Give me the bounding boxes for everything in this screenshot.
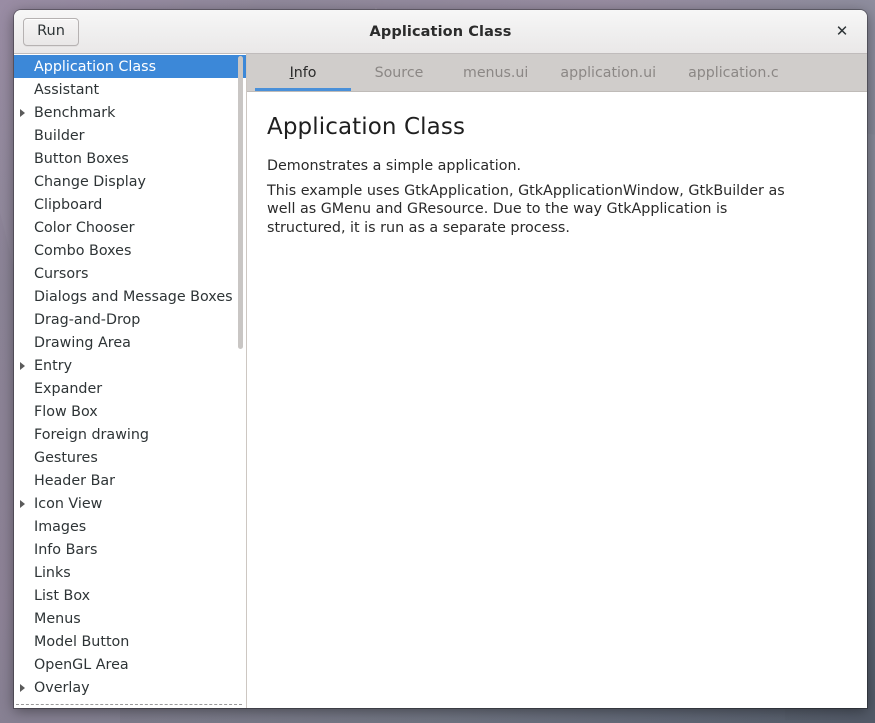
close-icon[interactable]: ✕ (829, 19, 855, 45)
tab-label: Source (375, 65, 424, 81)
demo-list-item[interactable]: Images (14, 515, 246, 538)
demo-list-item-label: Change Display (34, 174, 146, 190)
doc-paragraphs: Demonstrates a simple application. This e… (267, 157, 845, 237)
demo-list-item[interactable]: Gestures (14, 446, 246, 469)
demo-list-item[interactable]: Color Chooser (14, 216, 246, 239)
demo-list-item[interactable]: Links (14, 561, 246, 584)
window-title: Application Class (14, 24, 867, 40)
expander-triangle-icon[interactable] (20, 362, 25, 370)
tab-label: application.ui (560, 65, 656, 81)
tab-info[interactable]: Info (255, 54, 351, 91)
demo-list-item[interactable]: Flow Box (14, 400, 246, 423)
demo-list-item-label: Foreign drawing (34, 427, 149, 443)
demo-list-item-label: Assistant (34, 82, 99, 98)
demo-list-item[interactable]: Info Bars (14, 538, 246, 561)
demo-list-item-label: Flow Box (34, 404, 98, 420)
tab-menus-ui[interactable]: menus.ui (447, 54, 544, 91)
window-body: Application Class Assistant Benchmark Build… (14, 54, 867, 708)
demo-list-item-label: Menus (34, 611, 81, 627)
demo-list-item-label: Expander (34, 381, 102, 397)
window-headerbar: Run Application Class ✕ (14, 10, 867, 54)
run-button[interactable]: Run (23, 18, 79, 46)
demo-list-item-label: OpenGL Area (34, 657, 129, 673)
demo-list-item-label: Gestures (34, 450, 98, 466)
tab-application-c[interactable]: application.c (672, 54, 795, 91)
demo-list-sidebar: Application Class Assistant Benchmark Build… (14, 54, 247, 708)
demo-list-item-label: Clipboard (34, 197, 102, 213)
tab-label: application.c (688, 65, 779, 81)
demo-list-item-label: Model Button (34, 634, 129, 650)
doc-paragraph: This example uses GtkApplication, GtkApp… (267, 182, 807, 238)
expander-triangle-icon[interactable] (20, 684, 25, 692)
demo-list-item[interactable]: Cursors (14, 262, 246, 285)
demo-list: Application Class Assistant Benchmark Build… (14, 54, 246, 699)
desktop-background: Run Application Class ✕ Application Clas… (0, 0, 875, 723)
demo-list-item-label: Info Bars (34, 542, 98, 558)
demo-list-item-label: Benchmark (34, 105, 115, 121)
demo-list-item[interactable]: Application Class (14, 55, 246, 78)
demo-list-item[interactable]: Button Boxes (14, 147, 246, 170)
tab-label: menus.ui (463, 65, 528, 81)
demo-list-item[interactable]: OpenGL Area (14, 653, 246, 676)
demo-list-item[interactable]: Expander (14, 377, 246, 400)
content-pane: Info Source menus.ui application.ui applicat… (247, 54, 867, 708)
doc-paragraph: Demonstrates a simple application. (267, 157, 807, 176)
demo-list-item[interactable]: List Box (14, 584, 246, 607)
application-window: Run Application Class ✕ Application Clas… (14, 10, 867, 708)
expander-triangle-icon[interactable] (20, 109, 25, 117)
demo-list-item[interactable]: Combo Boxes (14, 239, 246, 262)
demo-list-item[interactable]: Builder (14, 124, 246, 147)
demo-list-item-label: Dialogs and Message Boxes (34, 289, 233, 305)
demo-list-item-label: Entry (34, 358, 72, 374)
demo-list-item-label: Drag-and-Drop (34, 312, 140, 328)
demo-list-item-label: Overlay (34, 680, 90, 696)
demo-list-item-label: Cursors (34, 266, 88, 282)
demo-list-item-label: Drawing Area (34, 335, 131, 351)
demo-list-item[interactable]: Menus (14, 607, 246, 630)
tab-label: Info (290, 65, 317, 81)
expander-triangle-icon[interactable] (20, 500, 25, 508)
demo-list-item[interactable]: Icon View (14, 492, 246, 515)
demo-list-item-label: Combo Boxes (34, 243, 131, 259)
demo-list-item[interactable]: Drag-and-Drop (14, 308, 246, 331)
demo-list-item-label: Builder (34, 128, 85, 144)
demo-list-item[interactable]: Assistant (14, 78, 246, 101)
tab-source[interactable]: Source (351, 54, 447, 91)
demo-list-item-label: Links (34, 565, 71, 581)
demo-list-item[interactable]: Overlay (14, 676, 246, 699)
tab-bar: Info Source menus.ui application.ui applicat… (247, 54, 867, 92)
demo-list-item-label: Icon View (34, 496, 102, 512)
demo-list-item-label: Header Bar (34, 473, 115, 489)
demo-list-item[interactable]: Benchmark (14, 101, 246, 124)
demo-list-item[interactable]: Model Button (14, 630, 246, 653)
demo-list-item[interactable]: Header Bar (14, 469, 246, 492)
sidebar-scrollbar[interactable] (238, 56, 243, 349)
demo-list-item[interactable]: Dialogs and Message Boxes (14, 285, 246, 308)
demo-list-item-label: Images (34, 519, 86, 535)
demo-list-item[interactable]: Entry (14, 354, 246, 377)
demo-list-item-label: Application Class (34, 59, 156, 75)
tab-application-ui[interactable]: application.ui (544, 54, 672, 91)
page-title: Application Class (267, 114, 845, 140)
demo-list-item-label: Button Boxes (34, 151, 129, 167)
demo-list-item-label: List Box (34, 588, 90, 604)
demo-list-item[interactable]: Change Display (14, 170, 246, 193)
demo-list-item-label: Color Chooser (34, 220, 135, 236)
list-focus-line (16, 704, 242, 705)
info-pane: Application Class Demonstrates a simple … (247, 92, 867, 708)
demo-list-item[interactable]: Foreign drawing (14, 423, 246, 446)
demo-list-item[interactable]: Clipboard (14, 193, 246, 216)
demo-list-item[interactable]: Drawing Area (14, 331, 246, 354)
